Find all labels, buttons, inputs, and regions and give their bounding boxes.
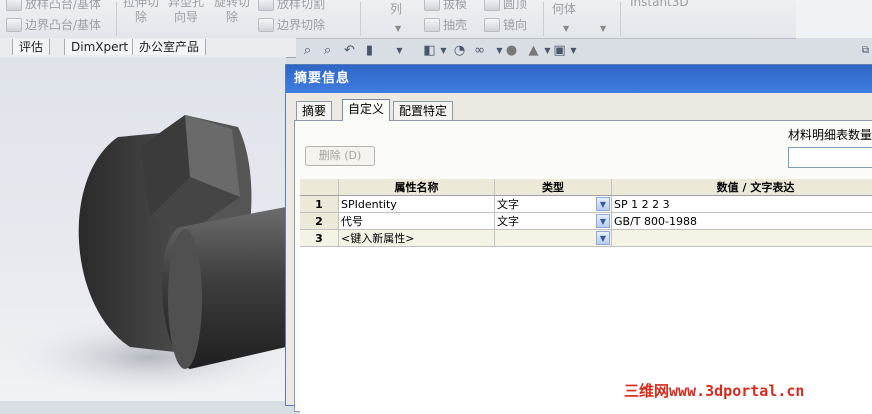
tab-custom[interactable]: 自定义 [342, 99, 391, 121]
ribbon-separator [116, 2, 117, 36]
row-number: 2 [300, 213, 339, 230]
boundary-boss-button[interactable]: 边界凸台/基体 [6, 16, 101, 33]
new-property-cell[interactable]: <键入新属性> [339, 230, 495, 247]
draft-button[interactable]: 拔模 [424, 0, 467, 12]
chevron-down-icon[interactable]: ▼ [566, 43, 581, 58]
lofted-cut-button[interactable]: 放样切割 [258, 0, 325, 12]
draft-icon [424, 0, 440, 11]
boundary-icon [6, 17, 22, 32]
value-cell[interactable]: GB/T 800-1988 [612, 213, 872, 230]
lofted-boss-button[interactable]: 放样凸台/基体 [6, 0, 101, 12]
chevron-down-icon[interactable]: ▼ [596, 231, 610, 245]
view-orientation-icon[interactable]: ◧ [422, 43, 437, 58]
hide-show-icon[interactable]: ∞ [472, 43, 487, 58]
appearance-icon[interactable]: ● [504, 43, 519, 58]
mirror-icon [484, 17, 500, 32]
header-property-name[interactable]: 属性名称 [339, 179, 495, 196]
revolved-cut-button[interactable]: 旋转切除 [212, 0, 252, 25]
value-cell[interactable]: SP 1 2 2 3 [612, 196, 872, 213]
chevron-down-icon[interactable]: ▼ [563, 24, 569, 33]
property-name-cell[interactable]: 代号 [339, 213, 495, 230]
tab-summary[interactable]: 摘要 [296, 101, 333, 120]
grid-header: 属性名称 类型 数值 / 文字表达 [300, 179, 872, 196]
dome-icon [484, 0, 500, 11]
chevron-down-icon[interactable]: ▼ [596, 197, 610, 211]
shell-button[interactable]: 抽壳 [424, 16, 467, 33]
reference-geometry-button[interactable]: 何体 [552, 0, 576, 17]
dome-button[interactable]: 圆顶 [484, 0, 527, 12]
extruded-cut-button[interactable]: 拉伸切除 [121, 0, 161, 25]
value-cell[interactable] [612, 230, 872, 247]
mirror-button[interactable]: 镜向 [484, 16, 527, 33]
previous-view-icon[interactable]: ↶ [342, 43, 357, 58]
section-view-icon[interactable]: ▮ [362, 43, 377, 58]
header-type[interactable]: 类型 [495, 179, 612, 196]
shell-icon [424, 17, 440, 32]
boundary-cut-icon [258, 17, 274, 32]
tab-configuration-specific[interactable]: 配置特定 [393, 101, 454, 120]
property-name-cell[interactable]: SPIdentity [339, 196, 495, 213]
table-row[interactable]: 1 SPIdentity 文字 ▼ SP 1 2 2 3 [300, 196, 872, 213]
ribbon-separator [543, 2, 544, 36]
tab-office-products[interactable]: 办公室产品 [132, 39, 207, 55]
scene-icon[interactable]: ▲ [526, 43, 541, 58]
zoom-to-fit-icon[interactable]: ⌕ [300, 43, 315, 58]
ribbon-blank-area [796, 0, 872, 38]
row-number: 3 [300, 230, 339, 247]
type-cell[interactable]: 文字 ▼ [495, 213, 612, 230]
pattern-button[interactable]: 列 [390, 0, 402, 17]
delete-button[interactable]: 删除 (D) [305, 146, 375, 166]
command-manager-tabs: 评估 DimXpert 办公室产品 [0, 38, 296, 58]
chevron-down-icon[interactable]: ▼ [596, 214, 610, 228]
graphics-area[interactable] [0, 57, 286, 401]
ribbon-separator [360, 2, 361, 36]
display-style-icon[interactable]: ◔ [452, 43, 467, 58]
part-model[interactable] [0, 57, 286, 401]
tab-dimxpert[interactable]: DimXpert [64, 39, 136, 55]
table-row[interactable]: 2 代号 文字 ▼ GB/T 800-1988 [300, 213, 872, 230]
command-ribbon: 放样凸台/基体 边界凸台/基体 拉伸切除 异型孔向导 旋转切除 放样切割 边界切… [0, 0, 796, 39]
zoom-area-icon[interactable]: ⌕ [320, 43, 335, 58]
chevron-down-icon[interactable]: ▼ [392, 43, 407, 58]
view-settings-icon[interactable]: ▣ [552, 43, 567, 58]
watermark: 三维网www.3dportal.cn [624, 382, 805, 400]
restore-window-icon[interactable]: ⧉ [858, 43, 872, 58]
bom-quantity-label: 材料明细表数量 [788, 128, 872, 142]
row-number: 1 [300, 196, 339, 213]
loft-cut-icon [258, 0, 274, 11]
tab-evaluate[interactable]: 评估 [12, 39, 51, 55]
type-value: 文字 [497, 215, 519, 228]
custom-properties-grid: 属性名称 类型 数值 / 文字表达 1 SPIdentity 文字 ▼ SP 1… [300, 179, 872, 414]
hole-wizard-button[interactable]: 异型孔向导 [166, 0, 206, 25]
chevron-down-icon[interactable]: ▼ [395, 24, 401, 33]
chevron-down-icon[interactable]: ▼ [436, 43, 451, 58]
loft-icon [6, 0, 22, 11]
chevron-down-icon[interactable]: ▼ [600, 24, 606, 33]
heads-up-view-toolbar: ⌕ ⌕ ↶ ▮ ▼ ◧ ▼ ◔ ∞ ▼ ● ▲ ▼ ▣ ▼ ⧉ [296, 40, 872, 62]
dialog-title: 摘要信息 [286, 65, 872, 93]
instant3d-button[interactable]: Instant3D [630, 0, 689, 9]
type-cell[interactable]: 文字 ▼ [495, 196, 612, 213]
type-value: 文字 [497, 198, 519, 211]
type-cell[interactable]: ▼ [495, 230, 612, 247]
summary-information-dialog: 摘要信息 摘要 自定义 配置特定 删除 (D) 材料明细表数量 属性名称 类型 … [285, 64, 872, 414]
ribbon-separator [620, 2, 621, 36]
table-row-new[interactable]: 3 <键入新属性> ▼ [300, 230, 872, 247]
bom-quantity-select[interactable] [788, 147, 872, 168]
header-corner [300, 179, 339, 196]
header-value[interactable]: 数值 / 文字表达 [612, 179, 872, 196]
boundary-cut-button[interactable]: 边界切除 [258, 16, 325, 33]
